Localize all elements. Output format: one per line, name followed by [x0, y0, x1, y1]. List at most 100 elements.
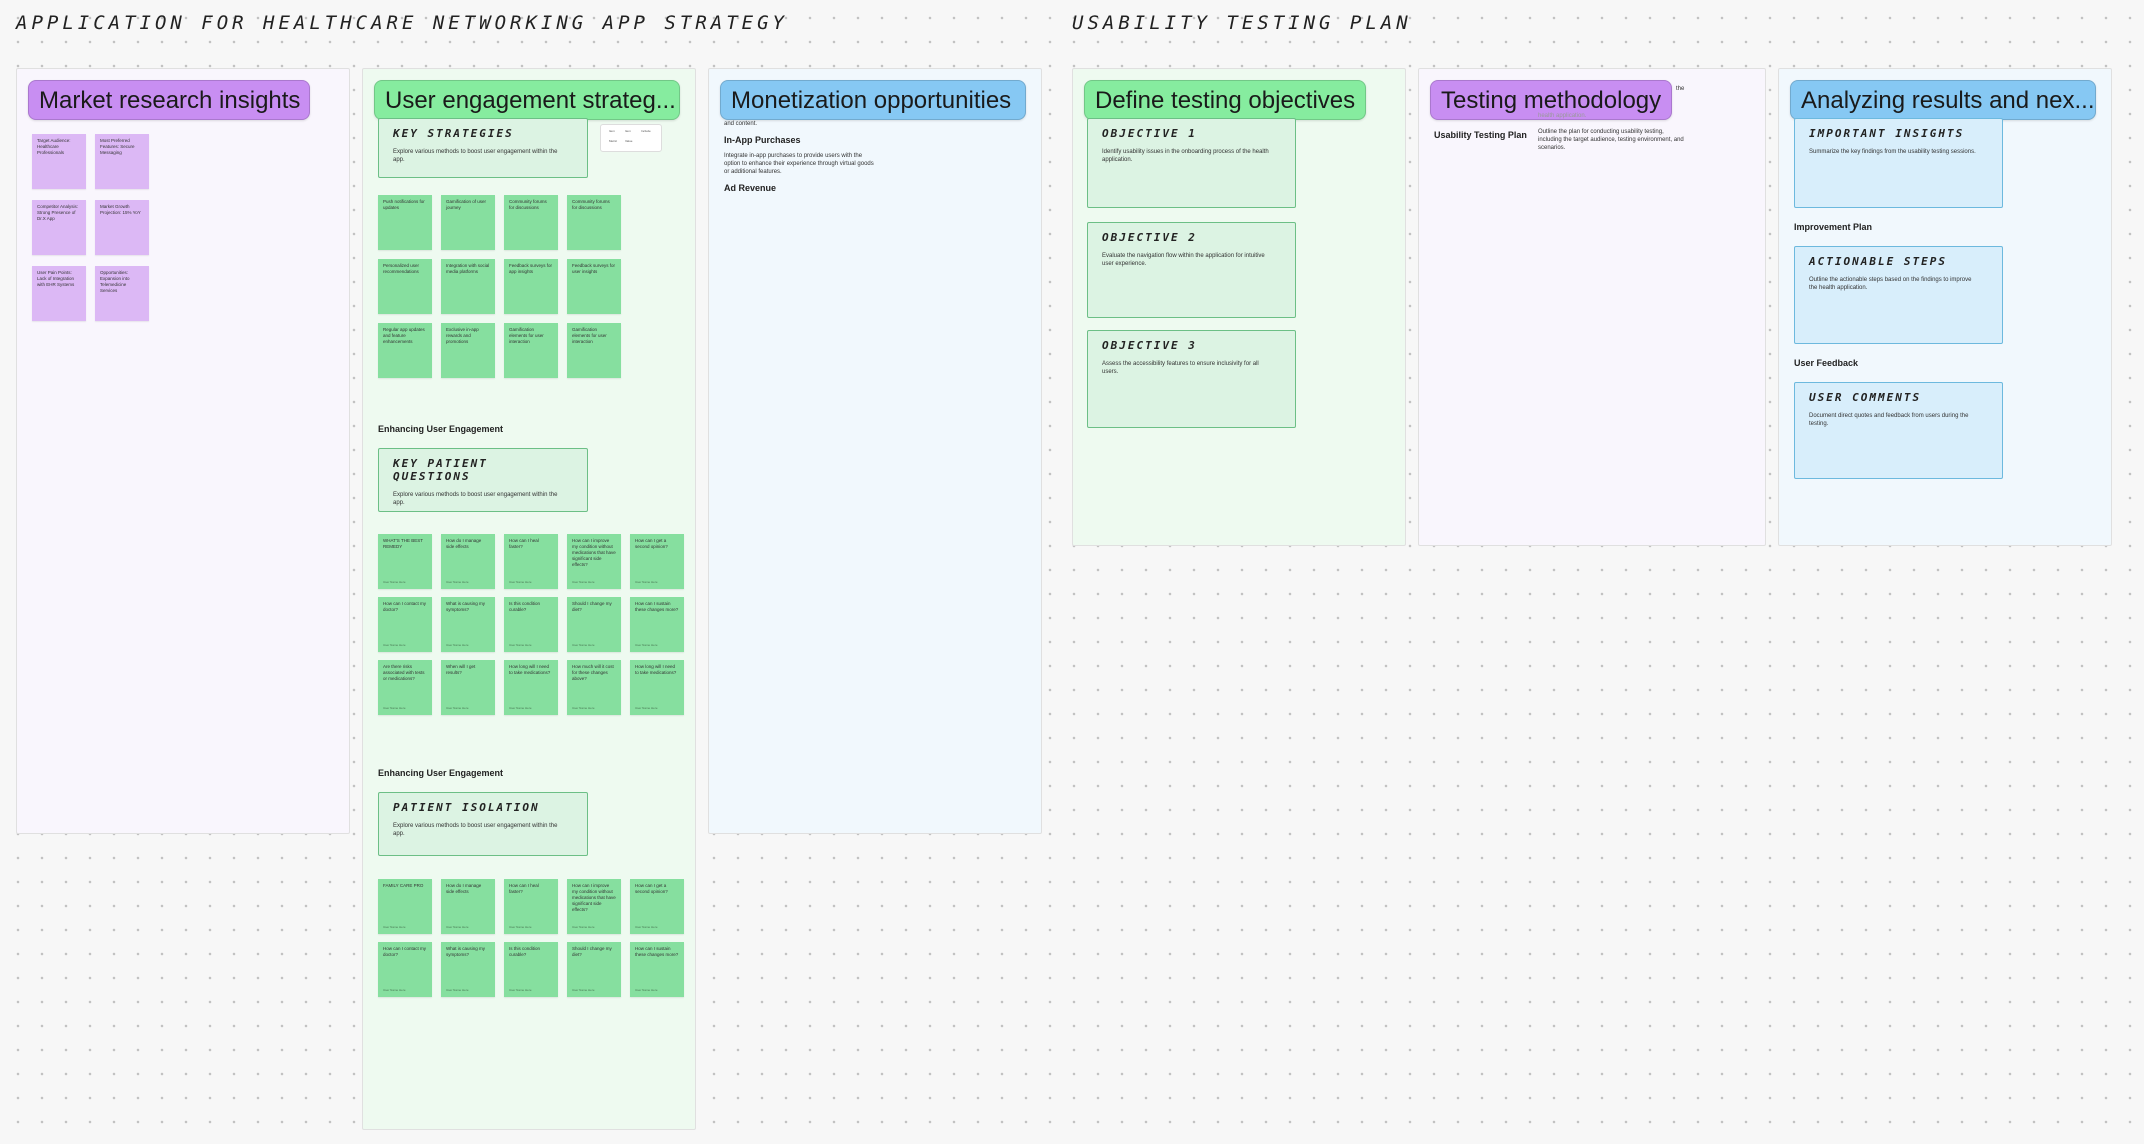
sticky-note[interactable]: Opportunities: Expansion into Telemedici…: [95, 266, 149, 321]
sticky-note[interactable]: Should I change my diet? User Name Here: [567, 597, 621, 652]
sticky-note[interactable]: Community forums for discussions: [567, 195, 621, 250]
sticky-note[interactable]: How can I get a second opinion? User Name…: [630, 879, 684, 934]
sticky-note[interactable]: How can I improve my condition without m…: [567, 534, 621, 589]
in-app-purchases-description: Integrate in-app purchases to provide us…: [724, 153, 874, 175]
sticky-note[interactable]: How can I get a second opinion? User Name…: [630, 534, 684, 589]
sticky-note[interactable]: Most Preferred Features: Secure Messagin…: [95, 134, 149, 189]
sticky-note[interactable]: What is causing my symptoms? User Name He…: [441, 942, 495, 997]
sticky-note-text: Most Preferred Features: Secure Messagin…: [100, 138, 135, 155]
sticky-note[interactable]: How do I manage side effects User Name He…: [441, 534, 495, 589]
sticky-note-text: Market Growth Projection: 15% YoY: [100, 204, 141, 215]
sticky-note-text: How can I contact my doctor?: [383, 946, 427, 957]
sticky-note[interactable]: Gamification of user journey: [441, 195, 495, 250]
sticky-note-text: What is causing my symptoms?: [446, 946, 486, 957]
card-description: Summarize the key findings from the usab…: [1809, 149, 1976, 155]
sticky-note-author: User Name Here: [635, 988, 658, 992]
sticky-note[interactable]: When will I get results? User Name Here: [441, 660, 495, 715]
card-title: OBJECTIVE 2: [1102, 231, 1197, 244]
sticky-note[interactable]: Market Growth Projection: 15% YoY: [95, 200, 149, 255]
sticky-note-text: WHAT'S THE BEST REMEDY: [383, 538, 423, 549]
in-app-purchases-heading: In-App Purchases: [724, 135, 801, 145]
sticky-note[interactable]: Integration with social media platforms: [441, 259, 495, 314]
sticky-note[interactable]: Gamification elements for user interacti…: [567, 323, 621, 378]
sticky-note[interactable]: Personalized user recommendations: [378, 259, 432, 314]
usability-testing-plan-description: Outline the plan for conducting usabilit…: [1538, 129, 1684, 151]
usability-testing-plan-label: Usability Testing Plan: [1434, 130, 1527, 140]
sticky-note-author: User Name Here: [572, 643, 595, 647]
sticky-note[interactable]: Competitor Analysis: Strong Presence of …: [32, 200, 86, 255]
sticky-note-author: User Name Here: [446, 988, 469, 992]
sticky-note-author: User Name Here: [446, 925, 469, 929]
patient-isolation-card[interactable]: PATIENT ISOLATION Explore various method…: [378, 792, 588, 856]
key-strategies-card[interactable]: KEY STRATEGIES Explore various methods t…: [378, 118, 588, 178]
sticky-note[interactable]: FAMILY CARE PRO User Name Here: [378, 879, 432, 934]
sticky-note[interactable]: How can I heal faster? User Name Here: [504, 879, 558, 934]
sticky-note[interactable]: Exclusive in-app rewards and promotions: [441, 323, 495, 378]
sticky-note[interactable]: How can I sustain these changes more? Use…: [630, 597, 684, 652]
sticky-note-text: When will I get results?: [446, 664, 476, 675]
sticky-note-text: How can I improve my condition without m…: [572, 538, 616, 567]
sticky-note-text: Personalized user recommendations: [383, 263, 420, 274]
card-title: USER COMMENTS: [1809, 391, 1922, 404]
sticky-note[interactable]: Push notifications for updates: [378, 195, 432, 250]
monetization-column-title[interactable]: Monetization opportunities: [720, 80, 1026, 120]
objective-1-card[interactable]: OBJECTIVE 1 Identify usability issues in…: [1087, 118, 1296, 208]
card-title: IMPORTANT INSIGHTS: [1809, 127, 1965, 140]
card-description: Outline the actionable steps based on th…: [1809, 277, 1972, 291]
mini-table-cell: Item: [609, 129, 615, 133]
sticky-note[interactable]: Should I change my diet? User Name Here: [567, 942, 621, 997]
objective-3-card[interactable]: OBJECTIVE 3 Assess the accessibility fea…: [1087, 330, 1296, 428]
sticky-note[interactable]: How much will it cost for these changes …: [567, 660, 621, 715]
sticky-note[interactable]: How can I contact my doctor? User Name He…: [378, 597, 432, 652]
sticky-note-text: User Pain Points: Lack of Integration wi…: [37, 270, 75, 287]
mini-table-widget[interactable]: Item Item Include Metric Value: [600, 124, 662, 152]
sticky-note[interactable]: Are there risks associated with tests or…: [378, 660, 432, 715]
sticky-note[interactable]: Is this condition curable? User Name Here: [504, 597, 558, 652]
sticky-note[interactable]: Regular app updates and feature enhancem…: [378, 323, 432, 378]
objectives-column-title[interactable]: Define testing objectives: [1084, 80, 1366, 120]
card-title: OBJECTIVE 1: [1102, 127, 1197, 140]
sticky-note-text: Gamification elements for user interacti…: [509, 327, 544, 344]
card-description: Identify usability issues in the onboard…: [1102, 149, 1269, 163]
sticky-note[interactable]: Community forums for discussions: [504, 195, 558, 250]
sticky-note[interactable]: How long will I need to take medications…: [504, 660, 558, 715]
sticky-note-text: How do I manage side effects: [446, 538, 482, 549]
sticky-note[interactable]: What is causing my symptoms? User Name He…: [441, 597, 495, 652]
actionable-steps-card[interactable]: ACTIONABLE STEPS Outline the actionable …: [1794, 246, 2003, 344]
sticky-note[interactable]: How long will I need to take medications…: [630, 660, 684, 715]
sticky-note-author: User Name Here: [383, 643, 406, 647]
sticky-note[interactable]: Target Audience: Healthcare Professional…: [32, 134, 86, 189]
sticky-note-text: Is this condition curable?: [509, 601, 541, 612]
key-patient-questions-card[interactable]: KEY PATIENT QUESTIONS Explore various me…: [378, 448, 588, 512]
card-description: Explore various methods to boost user en…: [393, 823, 558, 837]
sticky-note-author: User Name Here: [383, 925, 406, 929]
sticky-note-author: User Name Here: [383, 580, 406, 584]
mini-table-cell: Value: [625, 139, 633, 143]
mini-table-cell: Metric: [609, 139, 618, 143]
important-insights-card[interactable]: IMPORTANT INSIGHTS Summarize the key fin…: [1794, 118, 2003, 208]
sticky-note[interactable]: WHAT'S THE BEST REMEDY User Name Here: [378, 534, 432, 589]
objective-2-card[interactable]: OBJECTIVE 2 Evaluate the navigation flow…: [1087, 222, 1296, 318]
testing-section-title: USABILITY TESTING PLAN: [1072, 12, 1412, 34]
sticky-note[interactable]: How do I manage side effects User Name He…: [441, 879, 495, 934]
sticky-note-text: How can I heal faster?: [509, 538, 539, 549]
sticky-note[interactable]: How can I sustain these changes more? Use…: [630, 942, 684, 997]
market-column-title[interactable]: Market research insights: [28, 80, 310, 120]
sticky-note-author: User Name Here: [509, 925, 532, 929]
sticky-note[interactable]: Gamification elements for user interacti…: [504, 323, 558, 378]
user-comments-card[interactable]: USER COMMENTS Document direct quotes and…: [1794, 382, 2003, 479]
sticky-note[interactable]: How can I contact my doctor? User Name He…: [378, 942, 432, 997]
sticky-note[interactable]: Feedback surveys for user insights: [567, 259, 621, 314]
sticky-note-author: User Name Here: [635, 580, 658, 584]
sticky-note[interactable]: User Pain Points: Lack of Integration wi…: [32, 266, 86, 321]
enhancing-engagement-heading: Enhancing User Engagement: [378, 768, 504, 778]
card-title: PATIENT ISOLATION: [393, 801, 540, 814]
sticky-note[interactable]: How can I heal faster? User Name Here: [504, 534, 558, 589]
sticky-note[interactable]: Is this condition curable? User Name Here: [504, 942, 558, 997]
results-column-title[interactable]: Analyzing results and nex...: [1790, 80, 2096, 120]
engagement-column-title[interactable]: User engagement strateg...: [374, 80, 680, 120]
card-description: Document direct quotes and feedback from…: [1809, 413, 1969, 427]
sticky-note[interactable]: How can I improve my condition without m…: [567, 879, 621, 934]
sticky-note[interactable]: Feedback surveys for app insights: [504, 259, 558, 314]
card-description: Assess the accessibility features to ens…: [1102, 361, 1259, 375]
